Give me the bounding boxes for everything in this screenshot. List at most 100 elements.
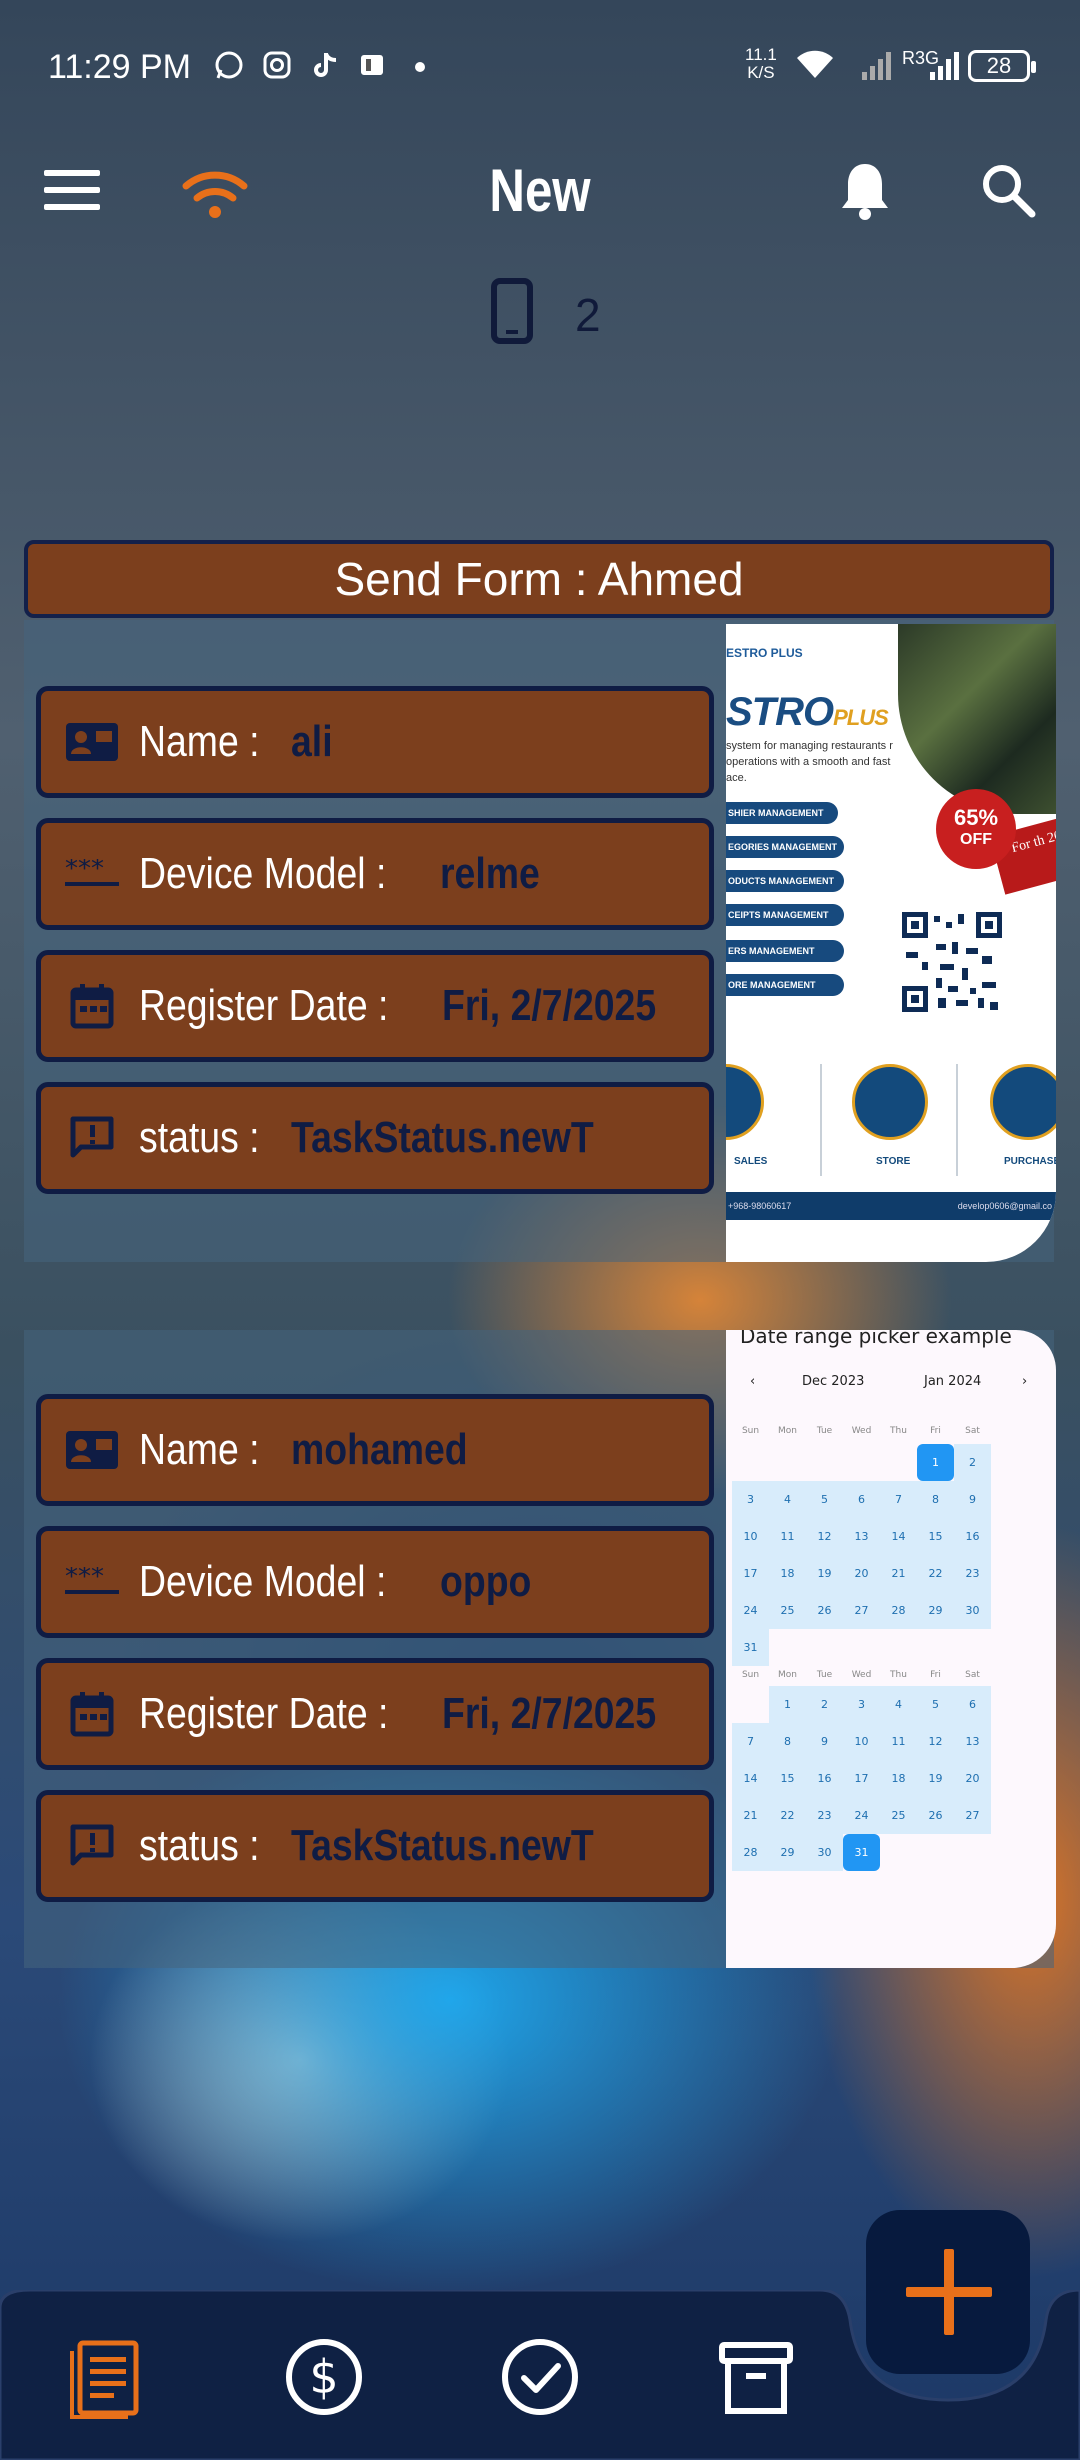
phone-icon xyxy=(491,278,533,344)
app-notification-icon xyxy=(361,55,383,75)
calendar-title: Date range picker example xyxy=(740,1330,1012,1348)
calendar-day: 13 xyxy=(954,1723,991,1760)
password-dots-icon: *** xyxy=(65,1558,119,1606)
weekday-label: Sat xyxy=(965,1426,980,1436)
calendar-day: 18 xyxy=(880,1760,917,1797)
calendar-day: 8 xyxy=(917,1481,954,1518)
svg-text:***: *** xyxy=(65,859,104,884)
calendar-day: 13 xyxy=(843,1518,880,1555)
weekday-label: Fri xyxy=(930,1426,941,1436)
weekday-label: Wed xyxy=(851,1670,872,1680)
search-icon[interactable] xyxy=(978,160,1038,220)
calendar-day: 24 xyxy=(732,1592,769,1629)
dollar-circle-icon[interactable]: $ xyxy=(282,2335,366,2419)
bell-icon[interactable] xyxy=(838,160,892,222)
calendar-day: 14 xyxy=(880,1518,917,1555)
field-value: relme xyxy=(440,849,540,898)
name-field: Name : mohamed xyxy=(36,1394,714,1506)
svg-text:$: $ xyxy=(309,2350,338,2404)
password-dots-icon: *** xyxy=(65,850,119,898)
qr-code-icon xyxy=(902,912,1002,1012)
field-label: Device Model : xyxy=(139,1557,387,1606)
weekday-label: Mon xyxy=(778,1670,797,1680)
battery-indicator: 28 xyxy=(968,50,1036,82)
poster-menu-item: EGORIES MANAGEMENT xyxy=(726,836,844,858)
poster-caption: SALES xyxy=(734,1156,768,1167)
calendar-day: 4 xyxy=(880,1686,917,1723)
tiktok-icon xyxy=(314,53,337,77)
calendar-day: 20 xyxy=(843,1555,880,1592)
field-label: status : xyxy=(139,1113,260,1162)
poster-menu-item: ERS MANAGEMENT xyxy=(726,940,844,962)
calendar-day: 24 xyxy=(843,1797,880,1834)
calendar-day: 17 xyxy=(732,1555,769,1592)
field-value: TaskStatus.newT xyxy=(290,1113,594,1162)
attached-image[interactable]: Date range picker example ‹ Dec 2023 Jan… xyxy=(726,1330,1056,1968)
alert-message-icon xyxy=(65,1822,119,1870)
weekday-label: Sun xyxy=(741,1670,760,1680)
calendar-day: 5 xyxy=(806,1481,843,1518)
poster-brand: STROPLUS xyxy=(726,690,889,734)
calendar-day: 19 xyxy=(806,1555,843,1592)
whatsapp-icon xyxy=(215,51,243,79)
status-bar: 11:29 PM 11.1 K/S R3G 28 xyxy=(0,0,1080,130)
poster-brand-small: ESTRO PLUS xyxy=(726,646,803,660)
status-time: 11:29 PM xyxy=(48,48,192,86)
group-header: Send Form : Ahmed xyxy=(24,540,1054,618)
field-label: Device Model : xyxy=(139,849,387,898)
calendar-day: 6 xyxy=(954,1686,991,1723)
calendar-day: 21 xyxy=(732,1797,769,1834)
menu-icon[interactable] xyxy=(44,170,100,210)
calendar-day: 30 xyxy=(806,1834,843,1871)
field-label: status : xyxy=(139,1821,260,1870)
calendar-day: 20 xyxy=(954,1760,991,1797)
calendar-day: 29 xyxy=(917,1592,954,1629)
calendar-day: 18 xyxy=(769,1555,806,1592)
poster-menu-item: ODUCTS MANAGEMENT xyxy=(726,870,844,892)
calendar-day: 23 xyxy=(954,1555,991,1592)
sales-tag-icon xyxy=(726,1064,764,1140)
poster-caption: PURCHASES xyxy=(1004,1156,1056,1167)
calendar-day: 7 xyxy=(880,1481,917,1518)
field-label: Name : xyxy=(139,717,260,766)
calendar-day: 25 xyxy=(769,1592,806,1629)
status-field: status : TaskStatus.newT xyxy=(36,1082,714,1194)
check-circle-icon[interactable] xyxy=(498,2335,582,2419)
divider xyxy=(820,1064,822,1176)
document-list-icon[interactable] xyxy=(66,2335,150,2419)
calendar-day: 27 xyxy=(843,1592,880,1629)
poster-menu-item: SHIER MANAGEMENT xyxy=(726,802,838,824)
calendar-day: 12 xyxy=(806,1518,843,1555)
status-field: status : TaskStatus.newT xyxy=(36,1790,714,1902)
poster-tagline: system for managing restaurants r operat… xyxy=(726,740,893,784)
more-notifications-dot xyxy=(415,62,425,72)
register-date-field: Register Date : Fri, 2/7/2025 xyxy=(36,950,714,1062)
signal-sim2-icon xyxy=(930,52,959,80)
field-value: mohamed xyxy=(290,1425,468,1474)
calendar-day: 27 xyxy=(954,1797,991,1834)
calendar-day: 8 xyxy=(769,1723,806,1760)
contact-card-icon xyxy=(65,718,119,766)
weekday-label: Sat xyxy=(965,1670,980,1680)
calendar-day: 22 xyxy=(917,1555,954,1592)
calendar-day: 11 xyxy=(880,1723,917,1760)
wifi-status-icon xyxy=(797,50,833,78)
calendar-icon xyxy=(65,1690,119,1738)
calendar-month-label: Jan 2024 xyxy=(924,1374,982,1389)
weekday-label: Wed xyxy=(851,1426,872,1436)
discount-badge: 65% OFF xyxy=(936,789,1016,869)
field-value: TaskStatus.newT xyxy=(290,1821,594,1870)
device-count: 2 xyxy=(575,289,601,341)
calendar-day: 19 xyxy=(917,1760,954,1797)
archive-box-icon[interactable] xyxy=(714,2335,798,2419)
calendar-day: 21 xyxy=(880,1555,917,1592)
calendar-icon xyxy=(65,982,119,1030)
instagram-icon xyxy=(263,51,291,79)
calendar-day: 10 xyxy=(732,1518,769,1555)
shopping-cart-icon xyxy=(990,1064,1056,1140)
name-field: Name : ali xyxy=(36,686,714,798)
weekday-label: Sun xyxy=(741,1426,760,1436)
calendar-day: 12 xyxy=(917,1723,954,1760)
calendar-day: 9 xyxy=(806,1723,843,1760)
attached-image[interactable]: ESTRO PLUS STROPLUS system for managing … xyxy=(726,624,1056,1262)
